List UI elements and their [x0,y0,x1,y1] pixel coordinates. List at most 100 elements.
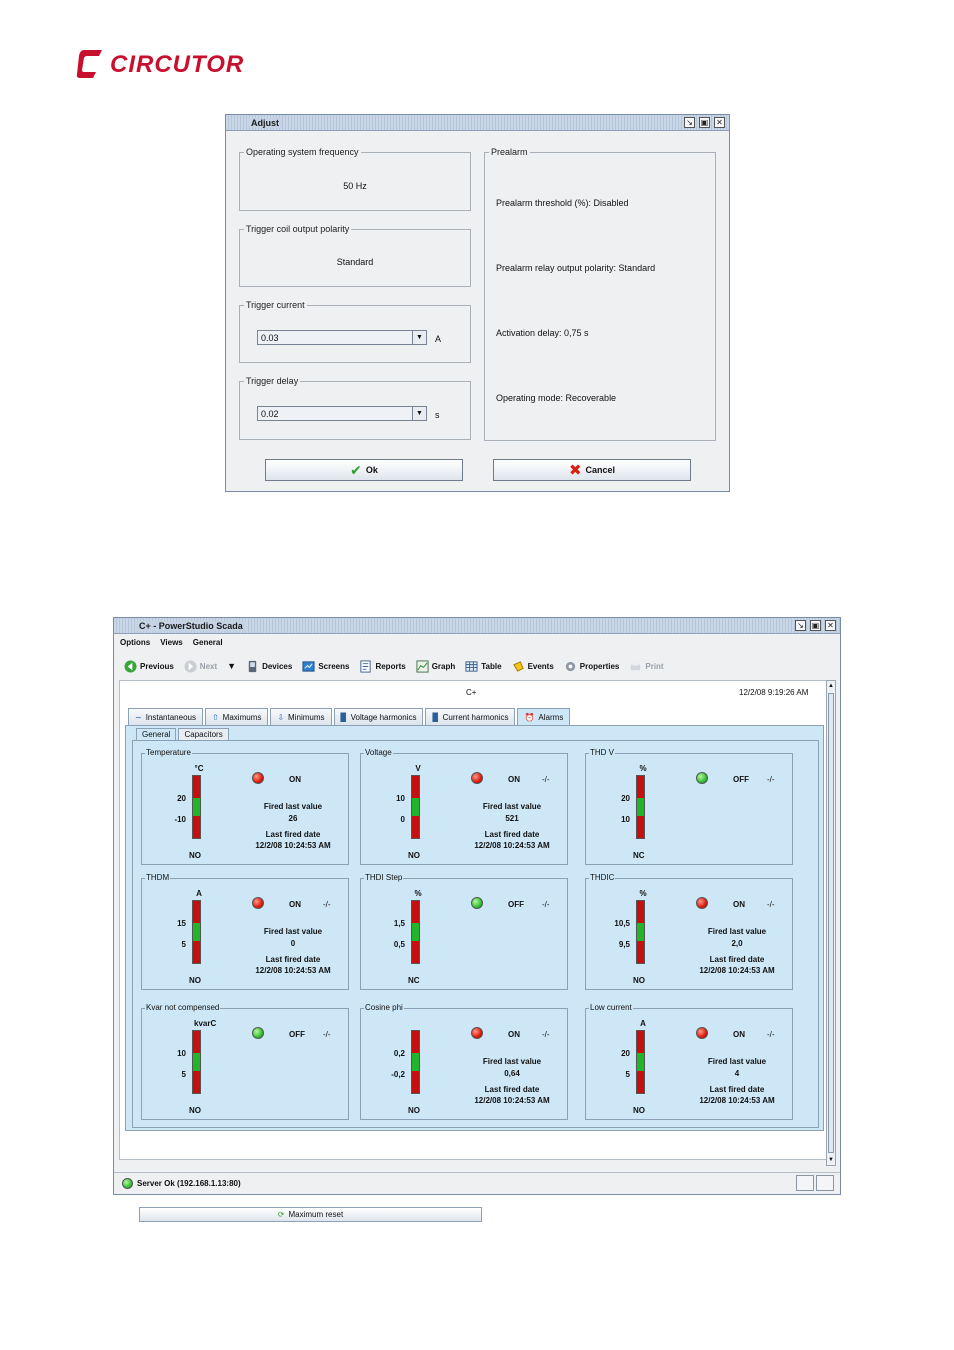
operating-mode: Operating mode: Recoverable [496,393,617,403]
events-button[interactable]: Events [512,660,554,673]
properties-button[interactable]: Properties [564,660,619,673]
alarm-low-threshold: 10 [621,815,630,824]
ok-button[interactable]: ✔ Ok [265,459,463,481]
alarm-state: OFF [508,900,524,909]
adjust-titlebar[interactable]: Adjust ↘ ▣ ✕ [226,115,729,131]
reports-button[interactable]: Reports [359,659,406,673]
alarm-switch-symbol: -/- [542,775,550,784]
logo-text: CIRCUTOR [110,51,245,78]
last-fired-date-label: Last fired date [709,1085,765,1094]
minimize-icon[interactable]: ↘ [684,117,695,128]
alarm-title: THD V [589,748,615,757]
previous-button[interactable]: Previous [124,659,174,673]
history-dropdown[interactable]: ▼ [227,661,236,671]
next-button[interactable]: Next [184,659,218,673]
alarm-state: OFF [733,775,749,784]
print-button[interactable]: Print [629,660,664,673]
alarm-title: Temperature [145,748,192,757]
close-icon[interactable]: ✕ [714,117,725,128]
wave-icon: ∼ [135,712,142,722]
graph-icon [416,659,429,673]
tab-instantaneous[interactable]: ∼ Instantaneous [128,708,203,725]
fired-last-value-label: Fired last value [707,927,767,936]
cancel-button[interactable]: ✖ Cancel [493,459,691,481]
maximum-reset-button[interactable]: ⟳ Maximum reset [139,1207,482,1222]
last-fired-date: 12/2/08 10:24:53 AM [474,1096,550,1105]
maximize-icon[interactable]: ▣ [810,620,821,631]
ok-label: Ok [365,465,378,475]
adjust-title: Adjust [248,118,282,128]
check-icon: ✔ [350,461,362,478]
alarm-high-threshold: 10,5 [614,919,630,928]
subtab-general[interactable]: General [136,728,177,740]
chevron-down-icon[interactable]: ▼ [412,331,426,344]
tab-maximums[interactable]: ⇧ Maximums [204,708,269,725]
fired-last-value: 0 [290,939,296,948]
tab-label: Instantaneous [145,712,196,722]
trigger-current-select[interactable]: 0.03 ▼ [257,330,427,345]
alarm-status-led-icon [471,772,483,784]
forward-arrow-icon [184,659,197,673]
tab-current-harmonics[interactable]: ▉ Current harmonics [425,708,516,725]
fired-last-value: 26 [288,814,298,823]
subtab-capacitors[interactable]: Capacitors [178,728,229,740]
alarm-threshold-bar [636,775,645,839]
next-label: Next [199,661,218,671]
back-arrow-icon [124,659,137,673]
minimize-icon[interactable]: ↘ [795,620,806,631]
menu-options[interactable]: Options [120,638,150,647]
cancel-label: Cancel [585,465,616,475]
graph-button[interactable]: Graph [416,659,455,673]
alarm-state: OFF [289,1030,305,1039]
alarm-low-threshold: 5 [625,1070,630,1079]
chevron-down-icon[interactable]: ▼ [412,407,426,420]
devices-button[interactable]: Devices [246,660,292,673]
alarm-low-threshold: -0,2 [391,1070,405,1079]
menu-views[interactable]: Views [160,638,183,647]
table-button[interactable]: Table [465,660,502,673]
maximize-icon[interactable]: ▣ [699,117,710,128]
alarm-high-threshold: 20 [621,1049,630,1058]
alarm-title: Low current [589,1003,633,1012]
alarm-high-threshold: 10 [177,1049,186,1058]
alarm-state: ON [289,775,301,784]
last-fired-date: 12/2/08 10:24:53 AM [255,966,331,975]
circutor-logo-icon [76,50,102,78]
bar-chart-icon: ▉ [432,712,439,722]
alarm-status-led-icon [252,1027,264,1039]
scada-titlebar[interactable]: C+ - PowerStudio Scada ↘ ▣ ✕ [114,618,840,634]
alarm-high-threshold: 20 [621,794,630,803]
alarm-threshold-bar [192,900,201,964]
screens-button[interactable]: Screens [302,660,349,673]
fired-last-value: 4 [734,1069,740,1078]
tab-voltage-harmonics[interactable]: ▉ Voltage harmonics [333,708,424,725]
alarm-tile: THDI Step% 1,5 0,5 NC OFF -/- [360,873,568,990]
alarm-threshold-bar [192,775,201,839]
alarm-switch-symbol: -/- [323,900,331,909]
print-label: Print [645,661,664,671]
alarm-contact-type: NO [633,1106,645,1115]
trigger-delay-value: 0.02 [261,409,279,419]
scroll-up-icon[interactable]: ▲ [827,681,835,691]
menu-general[interactable]: General [193,638,223,647]
tab-minimums[interactable]: ⇩ Minimums [270,708,332,725]
general-alarms-panel: Temperature °C 20 -10 NO ON Fired last value 26… [132,740,819,1128]
scroll-thumb[interactable] [828,693,834,1153]
cancel-x-icon: ✖ [568,462,582,479]
status-box [816,1175,834,1191]
alarm-high-threshold: 15 [177,919,186,928]
sub-tabs: General Capacitors [136,728,229,740]
vertical-scrollbar[interactable]: ▲ ▼ [826,680,836,1166]
alarm-threshold-bar [636,900,645,964]
alarm-state: ON [289,900,301,909]
alarm-title: THDIC [589,873,616,882]
trigger-current-label: Trigger current [244,300,307,310]
alarm-high-threshold: 0,2 [393,1049,405,1058]
trigger-delay-select[interactable]: 0.02 ▼ [257,406,427,421]
scroll-down-icon[interactable]: ▼ [827,1155,835,1165]
reports-label: Reports [375,661,406,671]
tab-alarms[interactable]: ⏰ Alarms [517,708,571,725]
close-icon[interactable]: ✕ [825,620,836,631]
alarm-unit: A [196,889,202,898]
datetime: 12/2/08 9:19:26 AM [739,688,809,697]
